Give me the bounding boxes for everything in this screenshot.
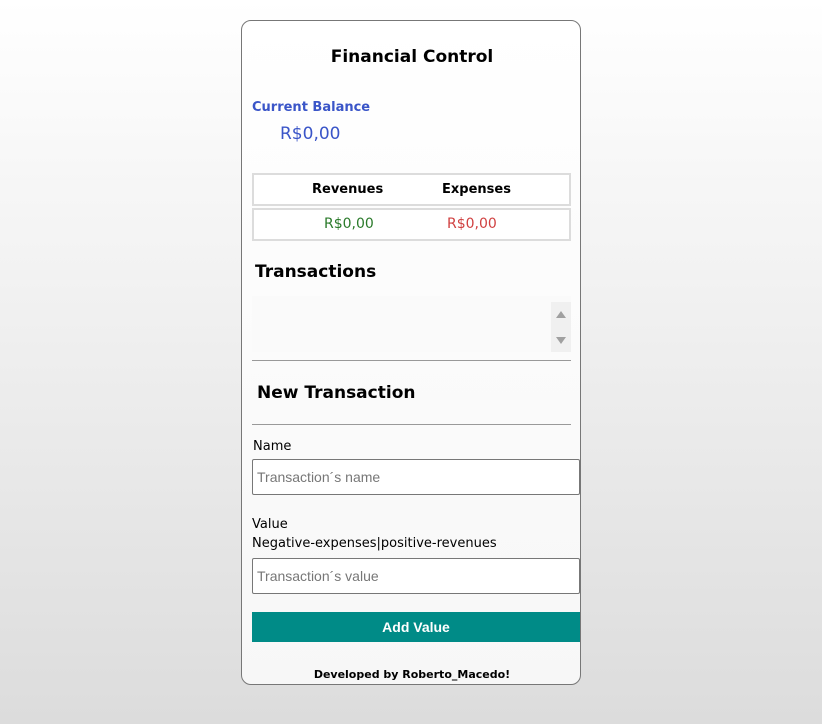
revenues-header: Revenues [312,182,384,197]
value-hint: Negative-expenses|positive-revenues [252,536,497,551]
scroll-down-arrow-icon[interactable] [556,337,566,344]
name-label: Name [253,439,292,454]
summary-values-row: R$0,00 R$0,00 [252,208,571,241]
page-title: Financial Control [330,47,494,67]
revenues-value: R$0,00 [324,216,374,232]
transaction-name-input[interactable] [252,459,580,495]
divider [252,424,571,425]
financial-control-card: Financial Control Current Balance R$0,00… [241,20,581,685]
transaction-value-input[interactable] [252,558,580,594]
transactions-scrollbar[interactable] [551,302,571,352]
divider [252,360,571,361]
transactions-list[interactable] [252,296,571,352]
value-label: Value [252,517,288,532]
summary-header-row: Revenues Expenses [252,173,571,206]
expenses-value: R$0,00 [447,216,497,232]
expenses-header: Expenses [442,182,511,197]
current-balance-label: Current Balance [252,100,371,115]
scroll-up-arrow-icon[interactable] [556,311,566,318]
footer-credit: Developed by Roberto_Macedo! [313,668,511,681]
current-balance-value: R$0,00 [280,124,341,144]
transactions-title: Transactions [255,262,377,282]
add-value-button[interactable]: Add Value [252,612,580,642]
new-transaction-title: New Transaction [257,383,416,403]
